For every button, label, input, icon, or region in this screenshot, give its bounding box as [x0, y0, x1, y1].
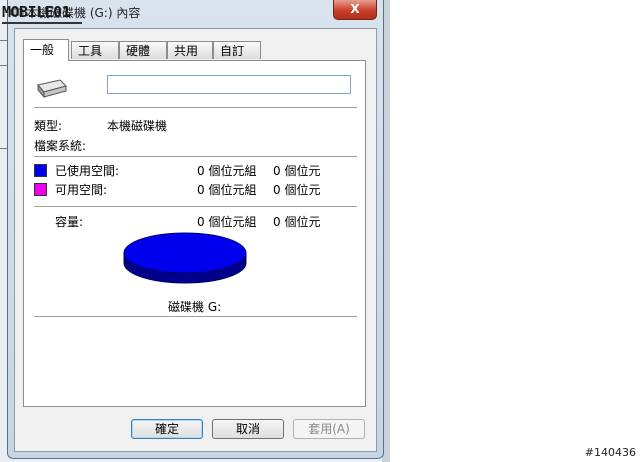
- used-space-size: 0 個位元: [273, 164, 321, 178]
- ok-button[interactable]: 確定: [131, 419, 203, 439]
- used-space-bytes: 0 個位元組: [197, 164, 257, 178]
- capacity-bytes: 0 個位元組: [197, 215, 257, 229]
- type-value: 本機磁碟機: [107, 119, 168, 133]
- separator: [34, 156, 357, 157]
- cancel-button[interactable]: 取消: [212, 419, 284, 439]
- free-space-bytes: 0 個位元組: [197, 183, 257, 197]
- watermark-text: MOBILE01: [2, 3, 71, 21]
- disk-usage-pie: [123, 232, 247, 284]
- tab-general[interactable]: 一般: [23, 39, 69, 61]
- general-panel: 類型: 本機磁碟機 檔案系統: 已使用空間: 0 個位元組 0 個位元 可用空間…: [23, 60, 366, 407]
- used-space-label: 已使用空間:: [55, 164, 120, 178]
- watermark-underline: [2, 22, 82, 24]
- free-space-swatch: [34, 183, 47, 196]
- tab-sharing[interactable]: 共用: [167, 41, 213, 59]
- site-watermark: MOBILE01: [2, 3, 82, 24]
- properties-dialog: 本機磁碟機 (G:) 內容 X 一般 工具 硬體 共用 自訂 類型: 本機磁碟機…: [7, 0, 384, 459]
- drive-name-input[interactable]: [107, 75, 351, 94]
- tab-customize[interactable]: 自訂: [213, 41, 261, 59]
- image-id: #140436: [584, 446, 636, 459]
- close-button[interactable]: X: [333, 0, 377, 20]
- tab-hardware[interactable]: 硬體: [119, 41, 167, 59]
- capacity-label: 容量:: [55, 215, 84, 229]
- drive-letter-label: 磁碟機 G:: [168, 300, 222, 314]
- dialog-body: 一般 工具 硬體 共用 自訂 類型: 本機磁碟機 檔案系統: 已使用空間: 0 …: [14, 28, 377, 452]
- filesystem-label: 檔案系統:: [34, 139, 87, 153]
- tab-tools[interactable]: 工具: [71, 41, 119, 59]
- separator: [34, 316, 357, 317]
- free-space-label: 可用空間:: [55, 183, 108, 197]
- pie-slice-used: [123, 232, 247, 274]
- hard-drive-icon: [37, 79, 67, 99]
- capacity-size: 0 個位元: [273, 215, 321, 229]
- separator: [34, 107, 357, 108]
- separator: [34, 206, 357, 207]
- type-label: 類型:: [34, 119, 63, 133]
- used-space-swatch: [34, 164, 47, 177]
- free-space-size: 0 個位元: [273, 183, 321, 197]
- apply-button[interactable]: 套用(A): [293, 419, 365, 439]
